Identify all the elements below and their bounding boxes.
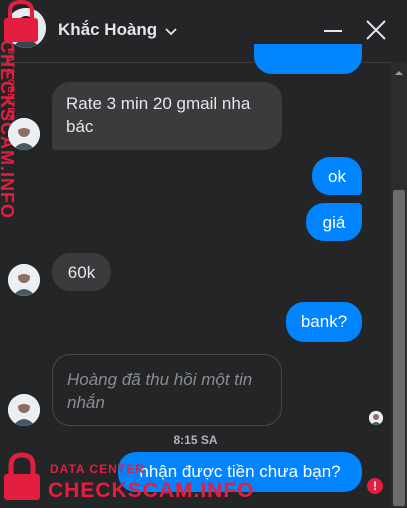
watermark-lock-icon [2,452,42,507]
contact-name[interactable]: Khắc Hoàng [58,20,157,40]
chevron-down-icon[interactable] [165,24,177,42]
message-text: ok [328,167,346,186]
message-timestamp: 8:15 SA [173,433,218,447]
message-text: 60k [67,263,96,282]
scrollbar-thumb[interactable] [393,190,405,506]
message-text: bank? [300,312,348,331]
message-bubble-out[interactable]: giá [306,203,362,241]
sender-avatar[interactable] [8,394,40,426]
message-bubble-in[interactable]: Rate 3 min 20 gmail nha bác [52,82,282,150]
seen-avatar [369,411,383,425]
unsent-message-notice: Hoàng đã thu hồi một tin nhắn [52,354,282,426]
sender-avatar[interactable] [8,118,40,150]
sender-avatar[interactable] [8,264,40,296]
scroll-up-arrow-icon[interactable] [394,64,404,82]
minimize-icon[interactable] [322,20,344,47]
close-icon[interactable] [364,18,388,47]
watermark-data-center: DATA CENTER [50,462,145,476]
message-text: Rate 3 min 20 gmail nha bác [66,94,251,136]
message-text: giá [322,213,346,232]
error-icon[interactable]: ! [367,478,383,494]
message-bubble-in[interactable]: 60k [52,253,111,291]
message-bubble-out[interactable]: bank? [286,302,362,342]
message-bubble-out-partial[interactable] [254,44,362,74]
message-bubble-out[interactable]: ok [312,157,362,195]
watermark-checkscam: CHECKSCAM.INFO [48,479,255,502]
